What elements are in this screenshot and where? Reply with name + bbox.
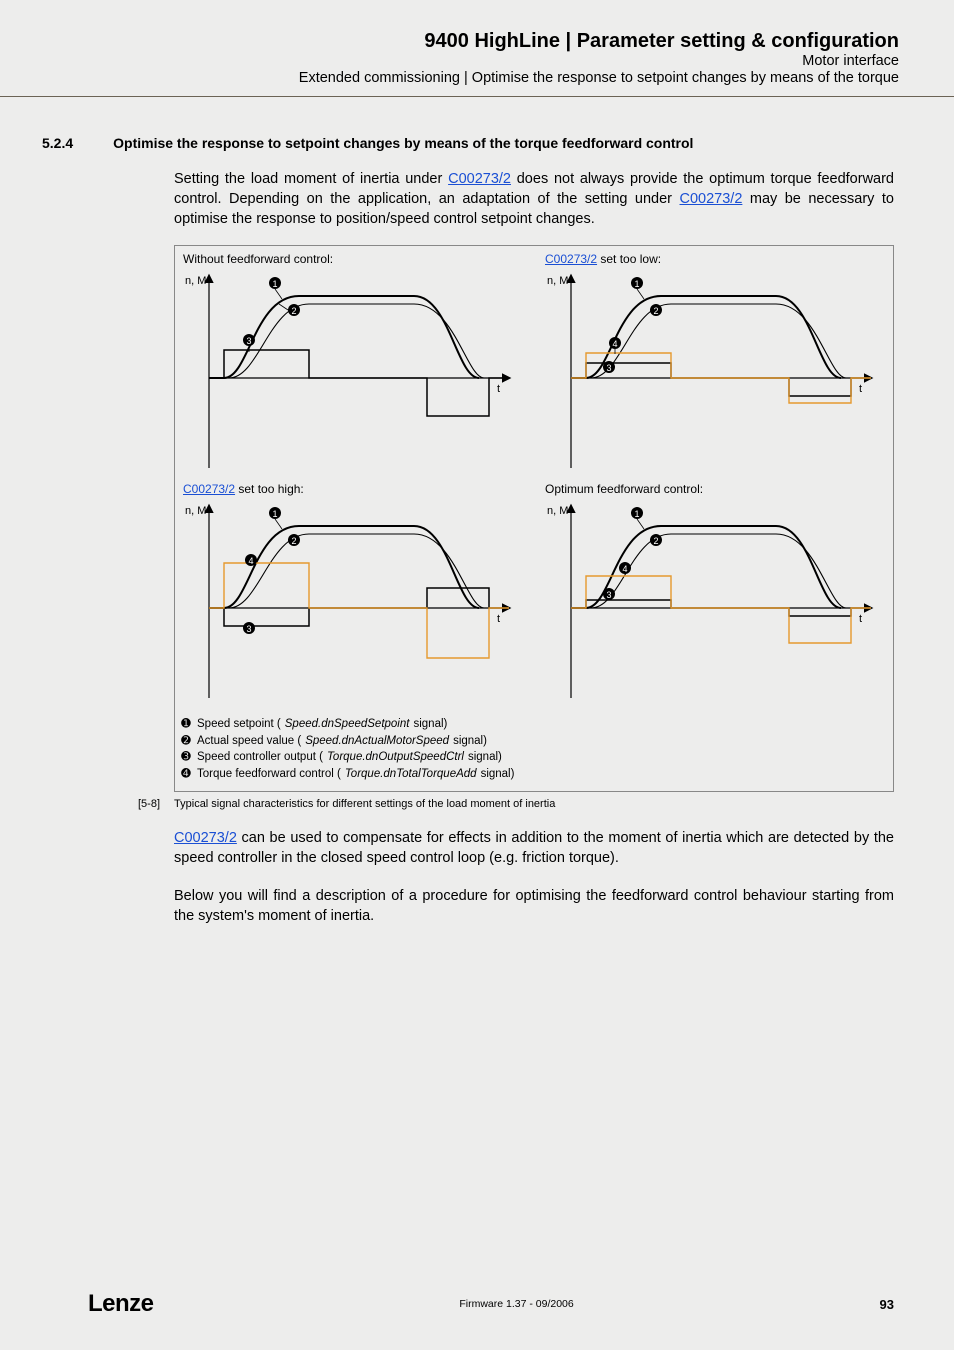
section-heading: 5.2.4 Optimise the response to setpoint … — [88, 135, 894, 151]
svg-text:3: 3 — [606, 590, 611, 600]
legend-symbol-1: ➊ — [179, 716, 193, 733]
header-title: 9400 HighLine | Parameter setting & conf… — [60, 30, 899, 53]
link-c00273-2[interactable]: C00273/2 — [680, 191, 743, 207]
header-subtitle-2: Extended commissioning | Optimise the re… — [60, 70, 899, 86]
legend-4-pre: Torque feedforward control ( — [197, 766, 341, 783]
svg-text:t: t — [859, 383, 862, 395]
figure-description: Typical signal characteristics for diffe… — [174, 798, 555, 810]
legend-1-sig: Speed.dnSpeedSetpoint — [285, 716, 410, 733]
header-subtitle-1: Motor interface — [60, 53, 899, 69]
svg-text:n, M: n, M — [185, 275, 206, 287]
legend-row-2: ➋ Actual speed value (Speed.dnActualMoto… — [179, 733, 889, 750]
svg-text:4: 4 — [248, 556, 253, 566]
legend-4-sig: Torque.dnTotalTorqueAdd — [345, 766, 477, 783]
figure-legend: ➊ Speed setpoint (Speed.dnSpeedSetpoint … — [179, 712, 889, 783]
brand-logo: Lenze — [88, 1290, 154, 1318]
legend-4-post: signal) — [481, 766, 515, 783]
legend-2-sig: Speed.dnActualMotorSpeed — [305, 733, 449, 750]
legend-symbol-2: ➋ — [179, 733, 193, 750]
link-c00273-graph-c[interactable]: C00273/2 — [183, 482, 235, 496]
graph-b-caption: C00273/2 set too low: — [541, 252, 889, 266]
svg-text:2: 2 — [291, 536, 296, 546]
svg-text:4: 4 — [622, 564, 627, 574]
svg-text:t: t — [497, 613, 500, 625]
svg-text:2: 2 — [653, 536, 658, 546]
svg-text:3: 3 — [246, 336, 251, 346]
legend-3-post: signal) — [468, 749, 502, 766]
graph-b-svg: n, M t 1 2 4 3 — [541, 268, 881, 478]
svg-text:2: 2 — [653, 306, 658, 316]
graph-c-svg: n, M t 1 2 4 3 — [179, 498, 519, 708]
graph-a-svg: n, M t 1 2 3 — [179, 268, 519, 478]
svg-text:t: t — [497, 383, 500, 395]
svg-text:2: 2 — [291, 306, 296, 316]
legend-1-pre: Speed setpoint ( — [197, 716, 281, 733]
graph-a-caption: Without feedforward control: — [179, 252, 527, 266]
figure-block: Without feedforward control: n, M t — [174, 245, 894, 792]
graph-d: Optimum feedforward control: n, M t 1 2 … — [541, 482, 889, 708]
para1-text-1: Setting the load moment of inertia under — [174, 171, 448, 187]
legend-row-4: ➍ Torque feedforward control (Torque.dnT… — [179, 766, 889, 783]
graph-b: C00273/2 set too low: n, M t 1 2 — [541, 252, 889, 478]
footer-center: Firmware 1.37 - 09/2006 — [459, 1298, 573, 1310]
section-title: Optimise the response to setpoint change… — [113, 135, 693, 151]
section-number: 5.2.4 — [42, 135, 73, 151]
graph-c: C00273/2 set too high: n, M t 1 2 — [179, 482, 527, 708]
svg-text:t: t — [859, 613, 862, 625]
legend-2-post: signal) — [453, 733, 487, 750]
legend-3-pre: Speed controller output ( — [197, 749, 323, 766]
svg-text:1: 1 — [634, 279, 639, 289]
legend-row-3: ➌ Speed controller output (Torque.dnOutp… — [179, 749, 889, 766]
svg-text:1: 1 — [272, 509, 277, 519]
figure-number: [5-8] — [138, 798, 160, 810]
graph-a: Without feedforward control: n, M t — [179, 252, 527, 478]
svg-text:4: 4 — [612, 339, 617, 349]
svg-text:1: 1 — [272, 279, 277, 289]
svg-text:1: 1 — [634, 509, 639, 519]
graph-c-caption: C00273/2 set too high: — [179, 482, 527, 496]
page-number: 93 — [880, 1297, 894, 1312]
para2-text: can be used to compensate for effects in… — [174, 830, 894, 866]
page-footer: Lenze Firmware 1.37 - 09/2006 93 — [88, 1290, 894, 1318]
figure-label: [5-8] Typical signal characteristics for… — [138, 798, 894, 810]
svg-text:3: 3 — [246, 624, 251, 634]
svg-text:n, M: n, M — [185, 505, 206, 517]
graph-b-caption-post: set too low: — [597, 252, 661, 266]
legend-symbol-4: ➍ — [179, 766, 193, 783]
svg-text:3: 3 — [606, 363, 611, 373]
paragraph-2: C00273/2 can be used to compensate for e… — [174, 828, 894, 868]
svg-text:n, M: n, M — [547, 275, 568, 287]
link-c00273-3[interactable]: C00273/2 — [174, 830, 237, 846]
legend-2-pre: Actual speed value ( — [197, 733, 301, 750]
legend-1-post: signal) — [413, 716, 447, 733]
legend-3-sig: Torque.dnOutputSpeedCtrl — [327, 749, 464, 766]
graph-d-caption: Optimum feedforward control: — [541, 482, 889, 496]
document-page: 9400 HighLine | Parameter setting & conf… — [0, 0, 954, 1350]
link-c00273-1[interactable]: C00273/2 — [448, 171, 511, 187]
page-header: 9400 HighLine | Parameter setting & conf… — [60, 30, 899, 86]
svg-text:n, M: n, M — [547, 505, 568, 517]
graph-grid: Without feedforward control: n, M t — [179, 252, 889, 783]
legend-symbol-3: ➌ — [179, 749, 193, 766]
link-c00273-graph-b[interactable]: C00273/2 — [545, 252, 597, 266]
paragraph-3: Below you will find a description of a p… — [174, 886, 894, 926]
graph-d-svg: n, M t 1 2 4 3 — [541, 498, 881, 708]
header-rule — [0, 96, 954, 97]
legend-row-1: ➊ Speed setpoint (Speed.dnSpeedSetpoint … — [179, 716, 889, 733]
graph-c-caption-post: set too high: — [235, 482, 304, 496]
paragraph-1: Setting the load moment of inertia under… — [174, 169, 894, 229]
